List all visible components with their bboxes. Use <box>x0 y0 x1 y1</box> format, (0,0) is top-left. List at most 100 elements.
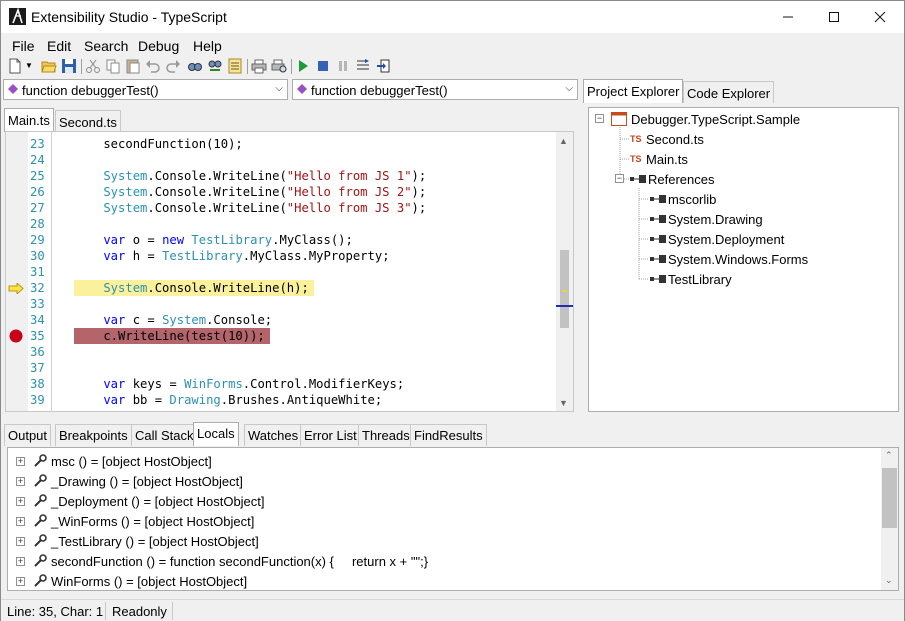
local-value: _TestLibrary () = [object HostObject] <box>51 533 259 549</box>
tab-threads[interactable]: Threads <box>358 424 414 446</box>
code-editor[interactable]: 23 secondFunction(10); 24 25 System.Consol… <box>5 131 574 412</box>
start-debug-icon[interactable] <box>295 58 311 74</box>
copy-icon[interactable] <box>105 58 121 74</box>
tree-item-project[interactable]: Debugger.TypeScript.Sample <box>611 109 800 129</box>
scroll-down-icon[interactable]: ▼ <box>559 398 568 408</box>
code-line[interactable]: c.WriteLine(test(10)); <box>74 328 264 344</box>
expand-icon[interactable]: + <box>16 516 25 526</box>
collapse-references-button[interactable]: − <box>615 174 624 183</box>
project-explorer: − Debugger.TypeScript.Sample TS Second.t… <box>588 107 899 412</box>
expand-icon[interactable]: + <box>16 496 25 506</box>
code-line[interactable]: var keys = WinForms.Control.ModifierKeys… <box>74 376 404 392</box>
redo-icon[interactable] <box>165 58 181 74</box>
typescript-file-icon: TS <box>630 134 642 144</box>
step-over-icon[interactable] <box>355 58 371 74</box>
close-button[interactable] <box>857 1 903 33</box>
tab-output[interactable]: Output <box>4 424 52 446</box>
find-icon[interactable] <box>187 58 203 74</box>
code-line[interactable]: var h = TestLibrary.MyClass.MyProperty; <box>74 248 389 264</box>
menu-edit[interactable]: Edit <box>47 38 71 54</box>
tab-main-ts[interactable]: Main.ts <box>4 108 54 132</box>
local-row[interactable]: + _Deployment () = [object HostObject] <box>8 491 265 511</box>
function-dropdown-right[interactable]: function debuggerTest() ⌵ <box>292 79 578 100</box>
code-line[interactable]: System.Console.WriteLine(h); <box>74 280 308 296</box>
locals-vertical-scrollbar[interactable]: ⌃ ⌄ <box>881 448 898 590</box>
minimize-button[interactable] <box>765 1 811 33</box>
code-line[interactable]: secondFunction(10); <box>74 136 242 152</box>
paste-icon[interactable] <box>125 58 141 74</box>
scroll-down-icon[interactable]: ⌄ <box>885 575 893 586</box>
tree-item-file[interactable]: TS Second.ts <box>630 129 704 149</box>
menu-file[interactable]: File <box>12 38 35 54</box>
local-row[interactable]: + _WinForms () = [object HostObject] <box>8 511 254 531</box>
editor-vertical-scrollbar[interactable]: ▲ ▼ <box>556 132 573 411</box>
local-row[interactable]: + msc () = [object HostObject] <box>8 451 212 471</box>
tree-item-reference[interactable]: System.Deployment <box>650 229 784 249</box>
pause-icon[interactable] <box>335 58 351 74</box>
tree-item-reference[interactable]: mscorlib <box>650 189 716 209</box>
tab-error-list[interactable]: Error List <box>300 424 361 446</box>
locals-scroll-thumb[interactable] <box>882 468 897 528</box>
breakpoint-gutter[interactable] <box>6 132 28 411</box>
undo-icon[interactable] <box>145 58 161 74</box>
local-value: _Deployment () = [object HostObject] <box>51 493 265 509</box>
function-icon <box>8 84 18 94</box>
local-row[interactable]: + _TestLibrary () = [object HostObject] <box>8 531 259 551</box>
step-into-icon[interactable] <box>375 58 391 74</box>
maximize-icon <box>829 12 839 22</box>
function-dropdown-left[interactable]: function debuggerTest() ⌵ <box>3 79 288 100</box>
code-line[interactable]: var c = System.Console; <box>74 312 272 328</box>
save-icon[interactable] <box>61 58 77 74</box>
menu-debug[interactable]: Debug <box>138 38 179 54</box>
expand-icon[interactable]: + <box>16 556 25 566</box>
tab-second-ts[interactable]: Second.ts <box>55 110 121 132</box>
toolbar: ▼ <box>1 56 904 78</box>
menu-bar: File Edit Search Debug Help <box>1 34 904 56</box>
tab-locals[interactable]: Locals <box>193 422 239 446</box>
tree-item-file[interactable]: TS Main.ts <box>630 149 688 169</box>
local-row[interactable]: + WinForms () = [object HostObject] <box>8 571 247 590</box>
menu-help[interactable]: Help <box>193 38 222 54</box>
open-folder-icon[interactable] <box>41 58 57 74</box>
tab-call-stack[interactable]: Call Stack <box>131 424 198 446</box>
new-file-icon[interactable] <box>7 58 23 74</box>
tab-code-explorer[interactable]: Code Explorer <box>683 81 775 103</box>
stop-icon[interactable] <box>315 58 331 74</box>
find-in-files-icon[interactable] <box>227 58 243 74</box>
code-line[interactable]: var bb = Drawing.Brushes.AntiqueWhite; <box>74 392 382 408</box>
tree-item-references[interactable]: References <box>630 169 714 189</box>
tree-item-reference[interactable]: System.Windows.Forms <box>650 249 808 269</box>
print-icon[interactable] <box>251 58 267 74</box>
maximize-button[interactable] <box>811 1 857 33</box>
tab-project-explorer[interactable]: Project Explorer <box>583 79 684 103</box>
cut-icon[interactable] <box>85 58 101 74</box>
tree-item-reference[interactable]: System.Drawing <box>650 209 763 229</box>
breakpoint-icon[interactable] <box>9 329 23 343</box>
expand-icon[interactable]: + <box>16 576 25 586</box>
local-row[interactable]: + _Drawing () = [object HostObject] <box>8 471 243 491</box>
code-line[interactable]: System.Console.WriteLine("Hello from JS … <box>74 184 426 200</box>
replace-icon[interactable] <box>207 58 223 74</box>
code-line[interactable]: System.Console.WriteLine("Hello from JS … <box>74 168 426 184</box>
code-line[interactable]: var o = new TestLibrary.MyClass(); <box>74 232 353 248</box>
expand-icon[interactable]: + <box>16 456 25 466</box>
expand-icon[interactable]: + <box>16 536 25 546</box>
tab-watches[interactable]: Watches <box>244 424 303 446</box>
print-preview-icon[interactable] <box>271 58 287 74</box>
tab-breakpoints[interactable]: Breakpoints <box>55 424 132 446</box>
main-window: Extensibility Studio - TypeScript File E… <box>0 0 905 621</box>
scroll-up-icon[interactable]: ⌃ <box>885 450 893 461</box>
code-line[interactable]: System.Console.WriteLine("Hello from JS … <box>74 200 426 216</box>
menu-search[interactable]: Search <box>84 38 128 54</box>
line-number: 35 <box>30 329 45 343</box>
status-bar: Line: 35, Char: 1 Readonly <box>1 599 904 621</box>
tab-find-results[interactable]: FindResults <box>410 424 487 446</box>
dropdown-arrow-icon[interactable]: ▼ <box>25 61 33 70</box>
close-icon <box>874 11 886 23</box>
tree-item-reference[interactable]: TestLibrary <box>650 269 732 289</box>
scroll-up-icon[interactable]: ▲ <box>559 136 568 146</box>
local-row[interactable]: + secondFunction () = function secondFun… <box>8 551 428 571</box>
editor-scroll-thumb[interactable] <box>560 250 569 328</box>
collapse-root-button[interactable]: − <box>595 114 604 123</box>
expand-icon[interactable]: + <box>16 476 25 486</box>
